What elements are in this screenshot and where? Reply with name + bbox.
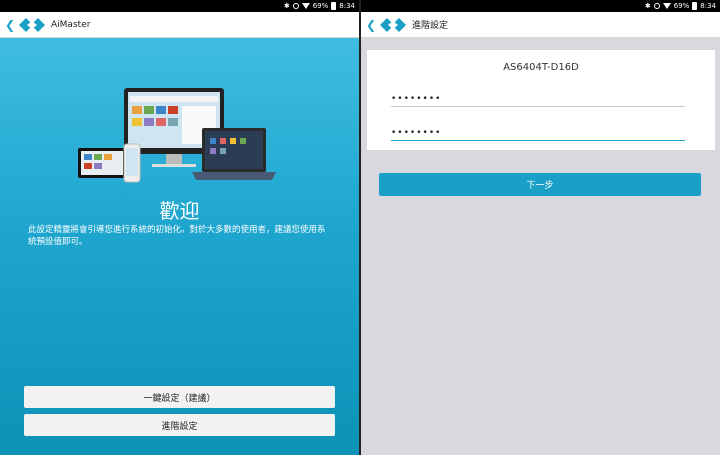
welcome-heading: 歡迎 <box>159 199 200 223</box>
do-not-disturb-icon <box>292 3 299 9</box>
do-not-disturb-icon <box>653 3 660 9</box>
right-screen: ✱ 69% 8:34 ❮ 進階設定 AS6404T-D16D 下一步 <box>361 0 720 455</box>
page-title: 進階設定 <box>412 21 449 31</box>
bluetooth-icon: ✱ <box>644 2 651 10</box>
back-arrow-icon[interactable]: ❮ <box>1 12 19 38</box>
advanced-setup-button[interactable]: 進階設定 <box>24 414 335 436</box>
status-bar: ✱ 69% 8:34 <box>0 0 359 12</box>
battery-percent: 69% <box>673 2 690 10</box>
clock: 8:34 <box>339 2 355 10</box>
next-button[interactable]: 下一步 <box>379 173 701 196</box>
app-title: AiMaster <box>51 19 91 30</box>
app-bar: ❮ AiMaster <box>0 12 359 38</box>
battery-icon <box>331 2 337 10</box>
device-name: AS6404T-D16D <box>503 62 579 73</box>
status-bar: ✱ 69% 8:34 <box>361 0 720 12</box>
back-arrow-icon[interactable]: ❮ <box>362 12 380 38</box>
one-click-setup-button[interactable]: 一鍵設定（建議） <box>24 386 335 408</box>
battery-percent: 69% <box>312 2 329 10</box>
intro-text: 此設定精靈將會引導您進行系統的初始化。對於大多數的使用者，建議您使用系統預設值即… <box>28 225 326 247</box>
left-screen: ✱ 69% 8:34 ❮ AiMaster 歡迎 此設定精靈將會引導您進行系統的… <box>0 0 359 455</box>
confirm-password-field[interactable] <box>391 126 685 141</box>
app-bar: ❮ 進階設定 <box>361 12 720 38</box>
wifi-icon <box>301 3 310 9</box>
aimaster-logo-icon <box>19 17 45 32</box>
clock: 8:34 <box>700 2 716 10</box>
aimaster-logo-icon <box>380 17 406 32</box>
password-field[interactable] <box>391 92 685 107</box>
battery-icon <box>692 2 698 10</box>
wifi-icon <box>662 3 671 9</box>
bluetooth-icon: ✱ <box>283 2 290 10</box>
devices-illustration <box>78 88 276 183</box>
